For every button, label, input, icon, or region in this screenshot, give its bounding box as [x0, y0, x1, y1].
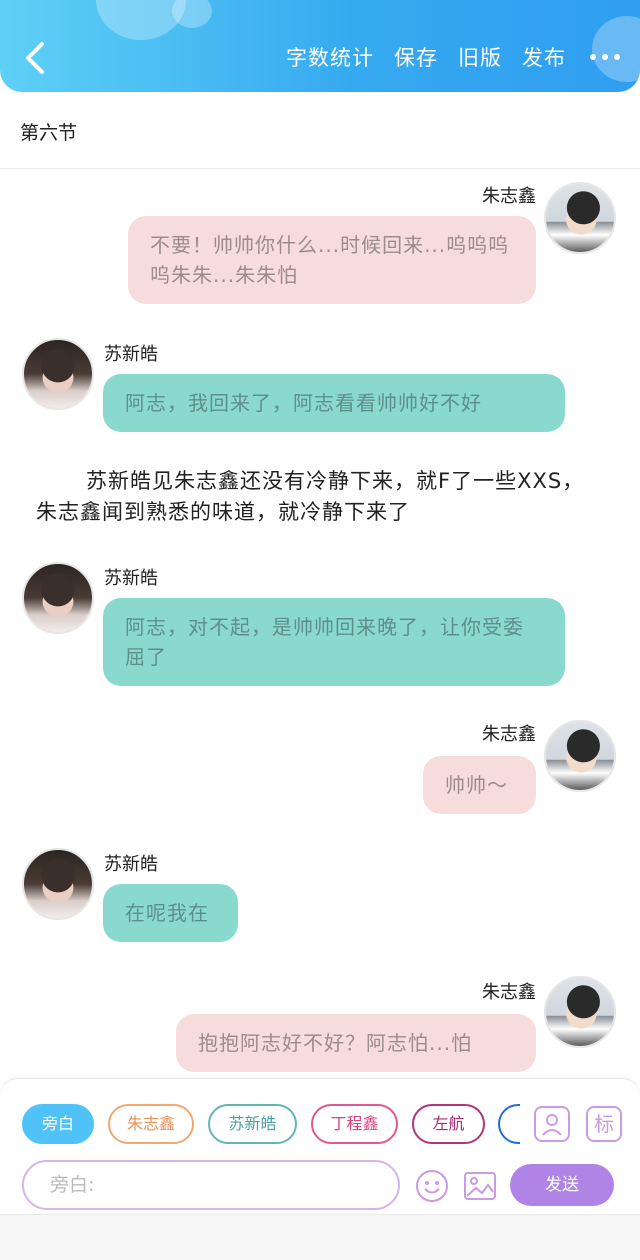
emoji-icon[interactable] [414, 1168, 450, 1204]
message-bubble[interactable]: 帅帅～ [423, 756, 536, 814]
speaker-name: 朱志鑫 [482, 724, 536, 745]
save-button[interactable]: 保存 [394, 42, 438, 72]
message-input[interactable]: 旁白: [22, 1160, 400, 1210]
avatar-su[interactable] [22, 848, 94, 920]
avatar-zhu[interactable] [544, 976, 616, 1048]
message-bubble[interactable]: 不要！帅帅你什么...时候回来...呜呜呜呜朱朱...朱朱怕 [128, 216, 536, 304]
more-icon[interactable] [590, 54, 620, 60]
message-bubble[interactable]: 在呢我在 [103, 884, 238, 942]
avatar-zhu[interactable] [544, 720, 616, 792]
top-header: 字数统计 保存 旧版 发布 [0, 0, 640, 92]
role-chip-narrator[interactable]: 旁白 [22, 1104, 94, 1144]
avatar-su[interactable] [22, 562, 94, 634]
publish-button[interactable]: 发布 [522, 42, 566, 72]
speaker-name: 朱志鑫 [482, 186, 536, 207]
message-bubble[interactable]: 阿志，对不起，是帅帅回来晚了，让你受委屈了 [103, 598, 565, 686]
section-title: 第六节 [20, 122, 78, 144]
send-button[interactable]: 发送 [510, 1164, 614, 1206]
message-bubble[interactable]: 抱抱阿志好不好？阿志怕...怕 [176, 1014, 536, 1072]
message-bubble[interactable]: 阿志，我回来了，阿志看看帅帅好不好 [103, 374, 565, 432]
role-chip-zhu[interactable]: 朱志鑫 [108, 1104, 194, 1144]
word-count-button[interactable]: 字数统计 [286, 42, 374, 72]
speaker-name: 苏新皓 [104, 568, 158, 589]
decor-bubble [172, 0, 212, 28]
speaker-name: 苏新皓 [104, 854, 158, 875]
speaker-name: 朱志鑫 [482, 982, 536, 1003]
divider [0, 168, 640, 169]
avatar-su[interactable] [22, 338, 94, 410]
header-actions: 字数统计 保存 旧版 发布 [286, 42, 620, 72]
role-chip-zuo[interactable]: 左航 [412, 1104, 485, 1144]
avatar-zhu[interactable] [544, 182, 616, 254]
old-version-button[interactable]: 旧版 [458, 42, 502, 72]
character-icon[interactable] [534, 1106, 570, 1142]
mark-icon[interactable]: 标 [586, 1106, 622, 1142]
system-bottom-bar [0, 1214, 640, 1260]
role-chip-su[interactable]: 苏新皓 [208, 1104, 297, 1144]
narration-text[interactable]: 苏新皓见朱志鑫还没有冷静下来，就F了一些XXS，朱志鑫闻到熟悉的味道，就冷静下来… [36, 466, 596, 528]
back-icon[interactable] [22, 40, 52, 76]
role-chip-ding[interactable]: 丁程鑫 [311, 1104, 398, 1144]
image-icon[interactable] [462, 1168, 498, 1204]
speaker-name: 苏新皓 [104, 344, 158, 365]
